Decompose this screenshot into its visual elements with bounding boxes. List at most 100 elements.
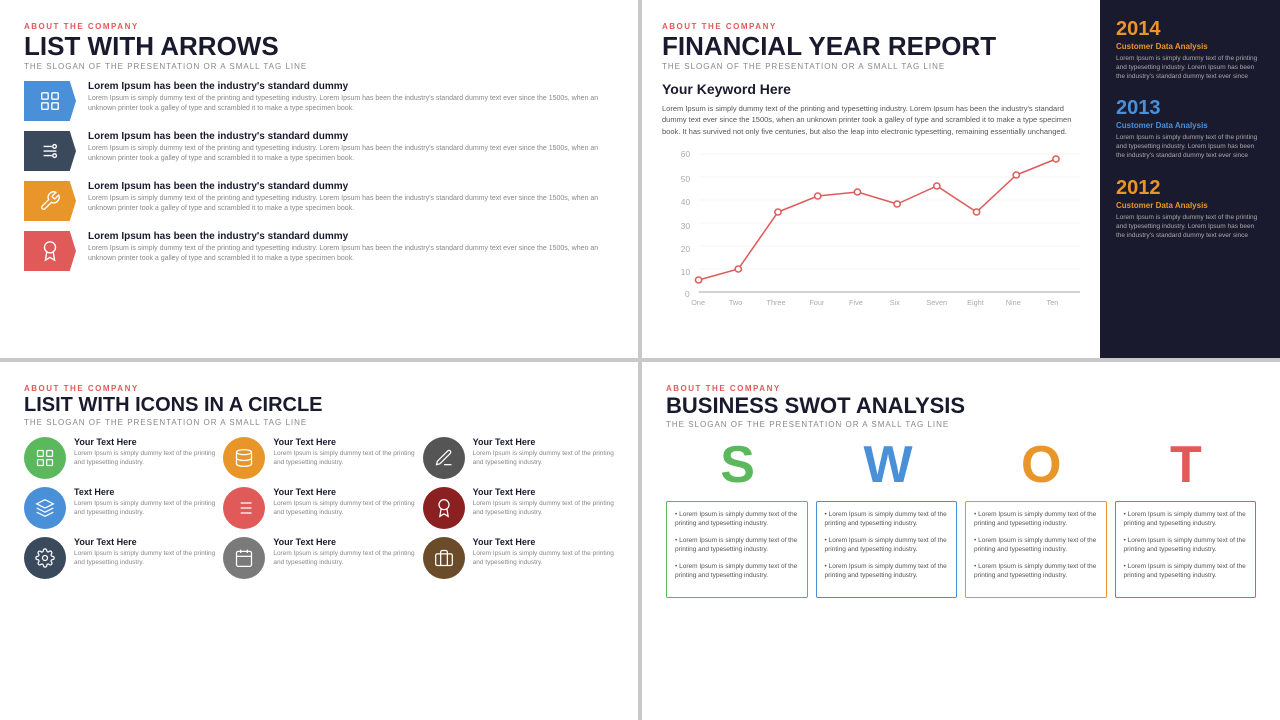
year-number-2014: 2014: [1116, 18, 1264, 41]
panel-icons-circle: ABOUT THE COMPANY LISIT WITH ICONS IN A …: [0, 362, 638, 720]
svg-text:Ten: Ten: [1047, 299, 1059, 307]
panel-swot: ABOUT THE COMPANY BUSINESS SWOT ANALYSIS…: [642, 362, 1280, 720]
icon-item-5: Your Text Here Lorem Ipsum is simply dum…: [223, 487, 414, 529]
arrow-item-2: Lorem Ipsum has been the industry's stan…: [24, 131, 614, 171]
panel2-main: ABOUT THE COMPANY FINANCIAL YEAR REPORT …: [642, 0, 1100, 358]
swot-letter-w: W: [863, 439, 912, 491]
about-label-3: ABOUT THE COMPANY: [24, 384, 614, 393]
circle-icon-calendar: [223, 537, 265, 579]
circle-icon-award: [423, 487, 465, 529]
icon-item-3: Your Text Here Lorem Ipsum is simply dum…: [423, 437, 614, 479]
panel3-subtitle: THE SLOGAN OF THE PRESENTATION OR A SMAL…: [24, 418, 614, 427]
arrow-item-1: Lorem Ipsum has been the industry's stan…: [24, 81, 614, 121]
arrow-text-2: Lorem Ipsum has been the industry's stan…: [88, 131, 614, 164]
swot-w-point-3: Lorem Ipsum is simply dummy text of the …: [825, 562, 949, 580]
icon-item-9: Your Text Here Lorem Ipsum is simply dum…: [423, 537, 614, 579]
arrow-icon-red: [24, 231, 76, 271]
svg-text:0: 0: [685, 290, 690, 299]
circle-icon-briefcase: [423, 537, 465, 579]
circle-icon-tools: [223, 487, 265, 529]
svg-text:60: 60: [681, 150, 691, 159]
swot-letters-row: S W O T: [666, 439, 1256, 491]
line-chart: 60 50 40 30 20 10 0: [662, 147, 1080, 307]
panel2-title: FINANCIAL YEAR REPORT: [662, 33, 1080, 59]
panel3-title: LISIT WITH ICONS IN A CIRCLE: [24, 395, 614, 415]
svg-text:Three: Three: [767, 299, 786, 307]
arrow-icon-orange: [24, 181, 76, 221]
swot-w-point-1: Lorem Ipsum is simply dummy text of the …: [825, 510, 949, 528]
swot-col-s: Lorem Ipsum is simply dummy text of the …: [666, 501, 808, 598]
year-2014: 2014 Customer Data Analysis Lorem Ipsum …: [1116, 18, 1264, 81]
arrow-item-4: Lorem Ipsum has been the industry's stan…: [24, 231, 614, 271]
about-label-2: ABOUT THE COMPANY: [662, 22, 1080, 31]
arrow-text-1: Lorem Ipsum has been the industry's stan…: [88, 81, 614, 114]
panel4-subtitle: THE SLOGAN OF THE PRESENTATION OR A SMAL…: [666, 420, 1256, 429]
circle-icon-gear: [24, 537, 66, 579]
svg-text:30: 30: [681, 222, 691, 231]
panel-financial-report: ABOUT THE COMPANY FINANCIAL YEAR REPORT …: [642, 0, 1280, 358]
year-title-2012: Customer Data Analysis: [1116, 201, 1264, 210]
icon-grid: Your Text Here Lorem Ipsum is simply dum…: [24, 437, 614, 579]
year-number-2013: 2013: [1116, 97, 1264, 120]
arrow-text-3: Lorem Ipsum has been the industry's stan…: [88, 181, 614, 214]
svg-text:50: 50: [681, 175, 691, 184]
svg-text:Nine: Nine: [1006, 299, 1021, 307]
circle-icon-pen: [423, 437, 465, 479]
circle-icon-layers: [24, 487, 66, 529]
swot-col-w: Lorem Ipsum is simply dummy text of the …: [816, 501, 958, 598]
swot-s-point-1: Lorem Ipsum is simply dummy text of the …: [675, 510, 799, 528]
swot-o-point-3: Lorem Ipsum is simply dummy text of the …: [974, 562, 1098, 580]
swot-col-o: Lorem Ipsum is simply dummy text of the …: [965, 501, 1107, 598]
svg-text:Six: Six: [890, 299, 901, 307]
icon-item-6: Your Text Here Lorem Ipsum is simply dum…: [423, 487, 614, 529]
year-2013: 2013 Customer Data Analysis Lorem Ipsum …: [1116, 97, 1264, 160]
panel2-sidebar: 2014 Customer Data Analysis Lorem Ipsum …: [1100, 0, 1280, 358]
year-desc-2012: Lorem Ipsum is simply dummy text of the …: [1116, 213, 1264, 240]
about-label-1: ABOUT THE COMPANY: [24, 22, 614, 31]
panel4-title: BUSINESS SWOT ANALYSIS: [666, 395, 1256, 417]
arrow-icon-dark: [24, 131, 76, 171]
swot-t-point-3: Lorem Ipsum is simply dummy text of the …: [1124, 562, 1248, 580]
panel2-subtitle: THE SLOGAN OF THE PRESENTATION OR A SMAL…: [662, 62, 1080, 71]
swot-s-point-2: Lorem Ipsum is simply dummy text of the …: [675, 536, 799, 554]
circle-icon-database: [223, 437, 265, 479]
svg-text:One: One: [691, 299, 705, 307]
svg-text:Seven: Seven: [926, 299, 947, 307]
panel1-subtitle: THE SLOGAN OF THE PRESENTATION OR A SMAL…: [24, 62, 614, 71]
icon-item-2: Your Text Here Lorem Ipsum is simply dum…: [223, 437, 414, 479]
year-desc-2014: Lorem Ipsum is simply dummy text of the …: [1116, 54, 1264, 81]
year-2012: 2012 Customer Data Analysis Lorem Ipsum …: [1116, 177, 1264, 240]
panel-list-arrows: ABOUT THE COMPANY LIST WITH ARROWS THE S…: [0, 0, 638, 358]
swot-columns: Lorem Ipsum is simply dummy text of the …: [666, 501, 1256, 598]
swot-s-point-3: Lorem Ipsum is simply dummy text of the …: [675, 562, 799, 580]
keyword-desc: Lorem Ipsum is simply dummy text of the …: [662, 103, 1080, 137]
svg-text:Two: Two: [729, 299, 742, 307]
svg-text:Four: Four: [809, 299, 825, 307]
svg-text:Eight: Eight: [967, 299, 984, 307]
swot-w-point-2: Lorem Ipsum is simply dummy text of the …: [825, 536, 949, 554]
icon-item-7: Your Text Here Lorem Ipsum is simply dum…: [24, 537, 215, 579]
swot-col-t: Lorem Ipsum is simply dummy text of the …: [1115, 501, 1257, 598]
about-label-4: ABOUT THE COMPANY: [666, 384, 1256, 393]
arrow-icon-blue: [24, 81, 76, 121]
swot-letter-o: O: [1021, 439, 1061, 491]
swot-t-point-2: Lorem Ipsum is simply dummy text of the …: [1124, 536, 1248, 554]
keyword-title: Your Keyword Here: [662, 81, 1080, 97]
arrow-text-4: Lorem Ipsum has been the industry's stan…: [88, 231, 614, 264]
svg-text:Five: Five: [849, 299, 863, 307]
swot-o-point-2: Lorem Ipsum is simply dummy text of the …: [974, 536, 1098, 554]
swot-t-point-1: Lorem Ipsum is simply dummy text of the …: [1124, 510, 1248, 528]
year-number-2012: 2012: [1116, 177, 1264, 200]
arrow-item-3: Lorem Ipsum has been the industry's stan…: [24, 181, 614, 221]
year-desc-2013: Lorem Ipsum is simply dummy text of the …: [1116, 133, 1264, 160]
panel1-title: LIST WITH ARROWS: [24, 33, 614, 59]
icon-item-8: Your Text Here Lorem Ipsum is simply dum…: [223, 537, 414, 579]
swot-letter-t: T: [1170, 439, 1202, 491]
year-title-2013: Customer Data Analysis: [1116, 121, 1264, 130]
icon-item-4: Text Here Lorem Ipsum is simply dummy te…: [24, 487, 215, 529]
svg-text:40: 40: [681, 198, 691, 207]
svg-text:10: 10: [681, 268, 691, 277]
circle-icon-box: [24, 437, 66, 479]
svg-text:20: 20: [681, 245, 691, 254]
swot-o-point-1: Lorem Ipsum is simply dummy text of the …: [974, 510, 1098, 528]
